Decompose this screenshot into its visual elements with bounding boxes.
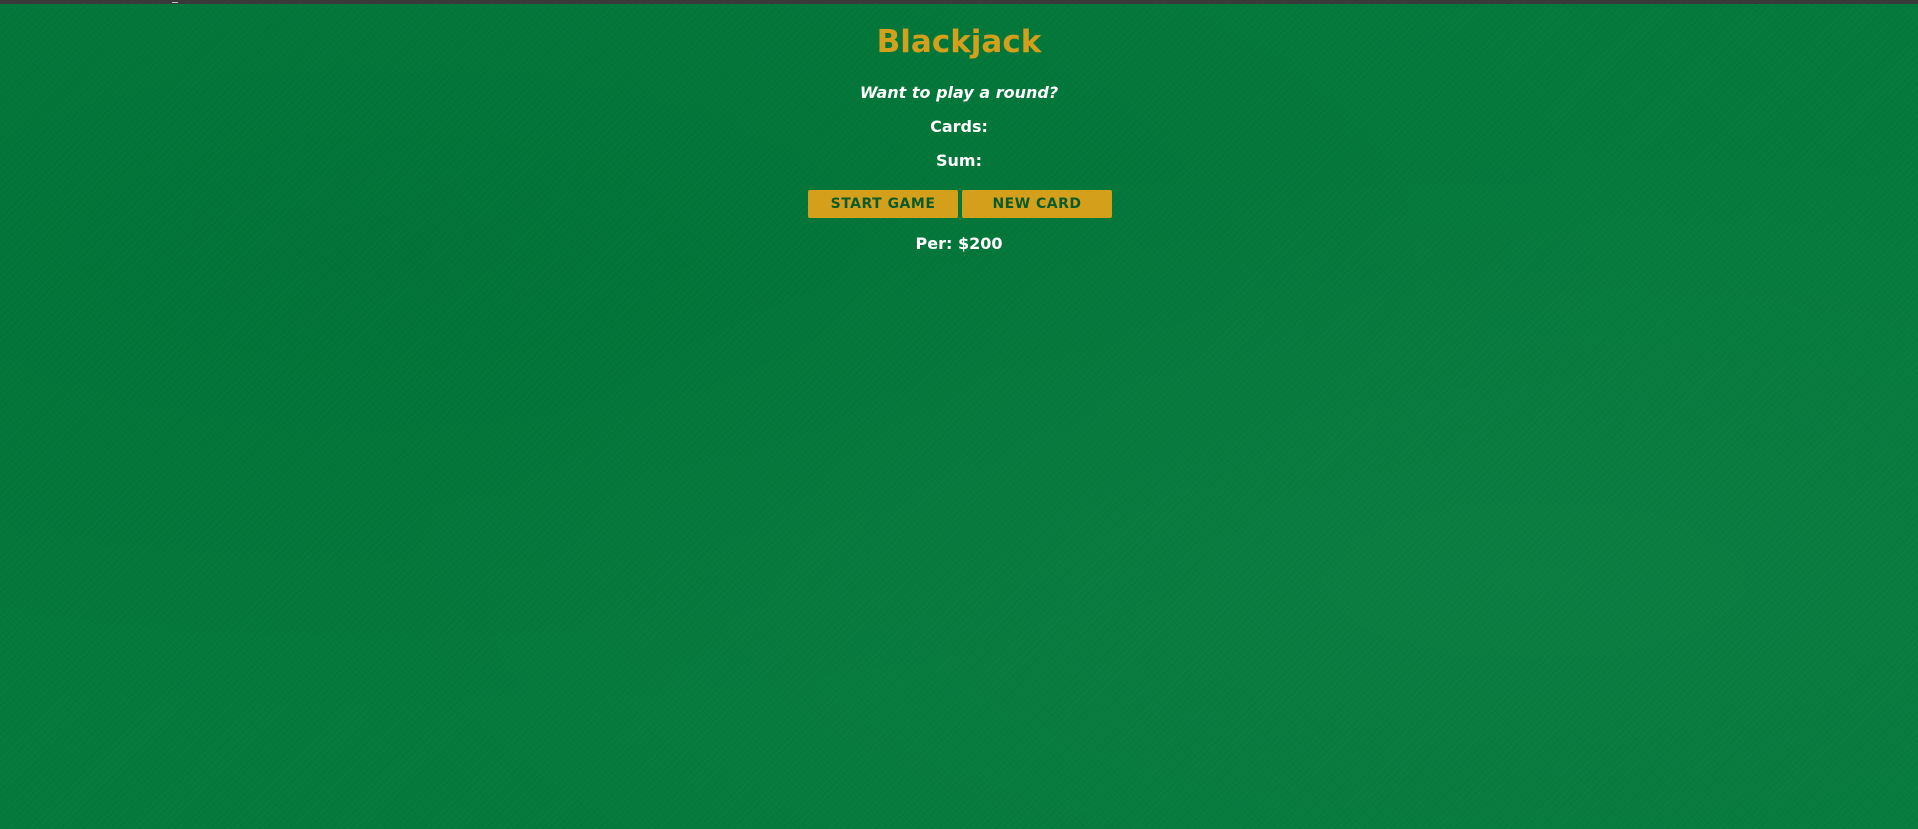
cards-label: Cards: <box>930 117 988 136</box>
page-title: Blackjack <box>876 24 1042 60</box>
sum-label: Sum: <box>936 151 982 170</box>
top-border <box>0 0 1918 4</box>
top-border-mark <box>172 2 178 3</box>
player-chips: Per: $200 <box>915 234 1003 253</box>
start-game-button[interactable]: START GAME <box>808 190 958 218</box>
message-text: Want to play a round? <box>859 83 1059 102</box>
new-card-button[interactable]: NEW CARD <box>962 190 1112 218</box>
